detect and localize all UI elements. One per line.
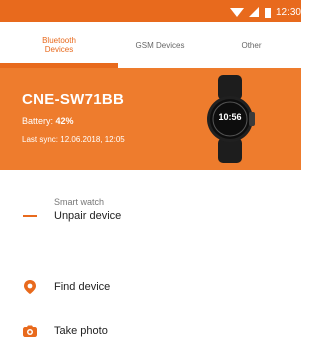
battery-value: 42%	[55, 116, 74, 126]
device-summary-card: CNE-SW71BB Battery: 42% Last sync: 12.06…	[0, 68, 301, 170]
take-photo-label: Take photo	[54, 325, 108, 337]
last-sync-value: 12.06.2018, 12:05	[60, 135, 125, 144]
last-sync-label: Last sync:	[22, 135, 59, 144]
tab-bluetooth-devices-label: Bluetooth Devices	[42, 36, 76, 54]
device-tabs: Bluetooth Devices GSM Devices Other	[0, 22, 301, 68]
tab-gsm-devices[interactable]: GSM Devices	[118, 22, 202, 68]
find-device-button[interactable]: Find device	[0, 271, 301, 303]
smart-watch-image: 10:56	[205, 75, 263, 163]
camera-icon	[22, 323, 38, 339]
unpair-device-label: Unpair device	[54, 210, 122, 222]
unpair-device-button[interactable]: Unpair device	[0, 200, 301, 232]
tab-other[interactable]: Other	[202, 22, 301, 68]
tab-other-label: Other	[241, 40, 262, 50]
status-bar: 12:30	[0, 0, 301, 22]
minus-icon	[22, 208, 38, 224]
device-name: CNE-SW71BB	[22, 91, 125, 108]
battery-status: Battery: 42%	[22, 116, 74, 126]
wifi-icon	[229, 7, 244, 17]
tab-gsm-devices-label: GSM Devices	[135, 40, 185, 50]
location-pin-icon	[22, 279, 38, 295]
battery-label: Battery:	[22, 116, 54, 126]
watch-time: 10:56	[218, 112, 242, 122]
battery-icon	[264, 7, 271, 18]
status-icons: 12:30	[229, 5, 301, 19]
status-time: 12:30	[275, 6, 301, 18]
last-sync-status: Last sync: 12.06.2018, 12:05	[22, 135, 125, 144]
find-device-label: Find device	[54, 281, 111, 293]
signal-icon	[248, 6, 259, 17]
tab-bluetooth-devices[interactable]: Bluetooth Devices	[0, 22, 118, 68]
take-photo-button[interactable]: Take photo	[0, 315, 301, 347]
